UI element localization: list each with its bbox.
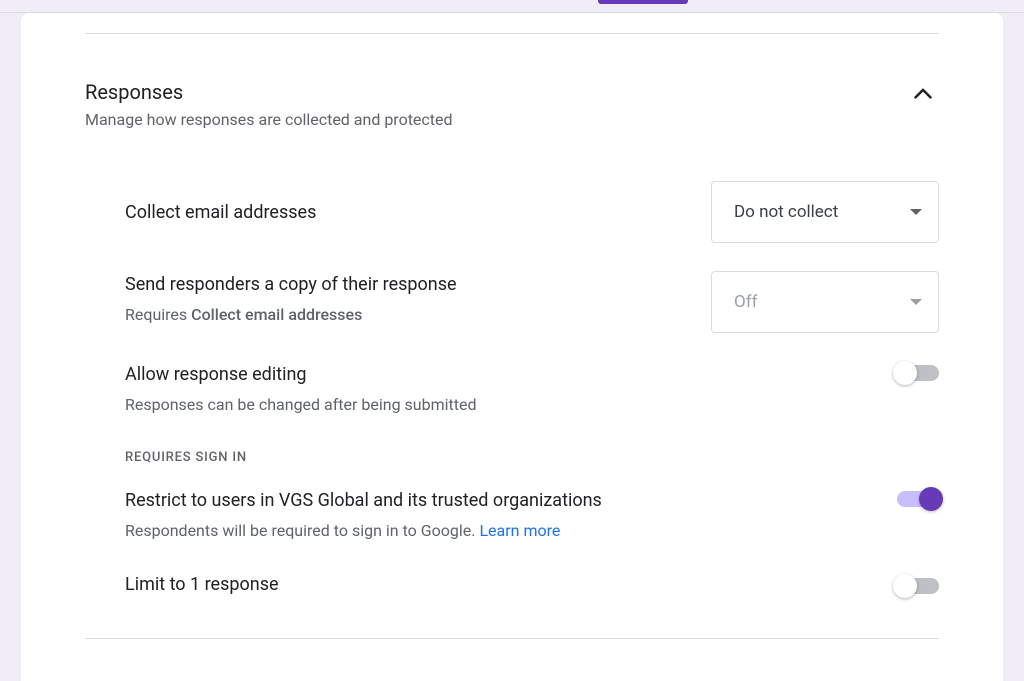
caret-down-icon xyxy=(910,299,922,305)
allow-edit-row: Allow response editing Responses can be … xyxy=(125,347,939,430)
active-tab-indicator xyxy=(598,0,688,4)
restrict-toggle[interactable] xyxy=(897,491,939,507)
collapse-button[interactable] xyxy=(913,78,939,100)
send-copy-dropdown[interactable]: Off xyxy=(711,271,939,333)
setting-text: Restrict to users in VGS Global and its … xyxy=(125,487,602,542)
restrict-label: Restrict to users in VGS Global and its … xyxy=(125,487,602,514)
limit-toggle[interactable] xyxy=(897,578,939,594)
dropdown-value: Do not collect xyxy=(734,202,838,222)
dropdown-value: Off xyxy=(734,292,758,312)
send-copy-row: Send responders a copy of their response… xyxy=(125,257,939,347)
learn-more-link[interactable]: Learn more xyxy=(479,521,560,540)
send-copy-label: Send responders a copy of their response xyxy=(125,271,457,298)
responses-section-header[interactable]: Responses Manage how responses are colle… xyxy=(85,34,939,137)
restrict-desc: Respondents will be required to sign in … xyxy=(125,520,602,542)
allow-edit-label: Allow response editing xyxy=(125,361,477,388)
setting-text: Limit to 1 response xyxy=(125,571,279,598)
restrict-desc-prefix: Respondents will be required to sign in … xyxy=(125,521,479,540)
settings-list: Collect email addresses Do not collect S… xyxy=(85,137,939,639)
settings-card: Responses Manage how responses are colle… xyxy=(21,13,1003,681)
limit-label: Limit to 1 response xyxy=(125,571,279,598)
chevron-up-icon xyxy=(913,88,933,100)
toggle-knob xyxy=(919,487,943,511)
allow-edit-desc: Responses can be changed after being sub… xyxy=(125,394,477,416)
limit-row: Limit to 1 response xyxy=(125,557,939,612)
send-copy-desc: Requires Collect email addresses xyxy=(125,304,457,326)
collect-email-dropdown[interactable]: Do not collect xyxy=(711,181,939,243)
section-subtitle: Manage how responses are collected and p… xyxy=(85,110,453,129)
allow-edit-toggle[interactable] xyxy=(897,365,939,381)
requires-bold: Collect email addresses xyxy=(191,305,362,324)
section-header-text: Responses Manage how responses are colle… xyxy=(85,78,453,129)
restrict-row: Restrict to users in VGS Global and its … xyxy=(125,473,939,556)
setting-text: Send responders a copy of their response… xyxy=(125,271,457,326)
toggle-knob xyxy=(893,574,917,598)
requires-signin-label: Requires sign in xyxy=(125,430,939,473)
requires-prefix: Requires xyxy=(125,305,191,324)
setting-text: Allow response editing Responses can be … xyxy=(125,361,477,416)
collect-email-label: Collect email addresses xyxy=(125,199,316,226)
section-title: Responses xyxy=(85,78,453,106)
divider xyxy=(85,638,939,639)
collect-email-row: Collect email addresses Do not collect xyxy=(125,167,939,257)
caret-down-icon xyxy=(910,209,922,215)
setting-text: Collect email addresses xyxy=(125,199,316,226)
toggle-knob xyxy=(893,361,917,385)
